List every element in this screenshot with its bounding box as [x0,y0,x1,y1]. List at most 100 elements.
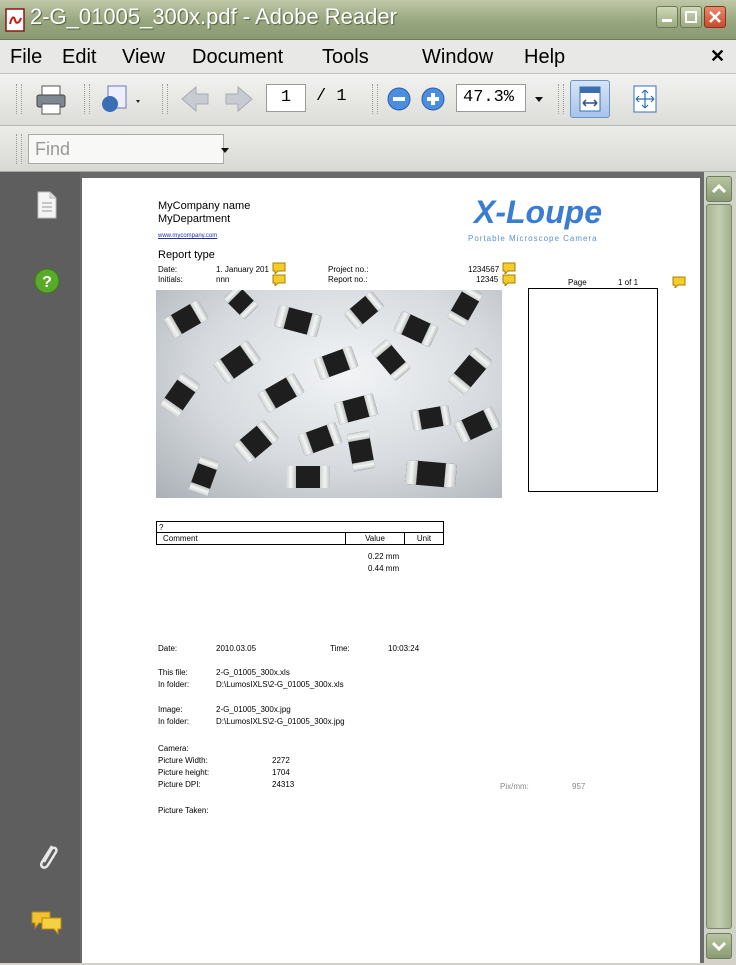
scroll-thumb[interactable] [706,204,732,929]
zoom-level-input[interactable]: 47.3% [456,84,526,112]
navigation-sidebar: ? [0,172,80,963]
toolbar-separator [84,84,90,114]
initials-label: Initials: [158,275,183,284]
info-date-value: 2010.03.05 [216,644,257,653]
measurement-table: ? Comment Value Unit [156,521,444,545]
column-header-comment: Comment [156,532,346,545]
menu-view[interactable]: View [122,46,165,69]
company-name: MyCompany name [158,200,251,212]
column-header-value: Value [345,532,405,545]
zoom-out-icon[interactable] [386,86,412,112]
info-date-label: Date: [158,644,178,653]
picture-height-label: Picture height: [158,768,210,777]
folder-value: D:\LumosIXLS\2-G_01005_300x.xls [216,680,344,689]
scroll-down-button[interactable] [706,933,732,959]
page-label: Page [568,278,587,287]
report-type: Report type [158,249,215,261]
picture-width-label: Picture Width: [158,756,208,765]
next-page-icon[interactable] [222,84,256,114]
fit-width-icon [579,86,601,112]
file-value: 2-G_01005_300x.xls [216,668,290,677]
toolbar-separator-2 [162,84,168,114]
camera-label: Camera: [158,744,189,753]
initials-value: nnn [216,275,230,284]
close-icon [709,11,721,23]
previous-page-icon[interactable] [178,84,212,114]
comment-note-icon[interactable] [672,276,686,288]
report-value: 12345 [476,275,499,284]
column-header-unit: Unit [416,534,432,543]
pdf-page: MyCompany name MyDepartment www.mycompan… [82,178,700,963]
date-label: Date: [158,265,178,274]
table-title: ? [156,521,444,533]
comments-icon[interactable] [30,908,64,936]
toolbar-grip[interactable] [16,84,22,114]
comment-note-icon[interactable] [502,262,516,274]
print-icon[interactable] [34,84,68,116]
image-label: Image: [158,705,183,714]
window-title: 2-G_01005_300x.pdf - Adobe Reader [30,4,397,29]
share-doc-icon[interactable] [98,82,142,116]
close-button[interactable] [704,6,726,28]
menu-window[interactable]: Window [422,46,493,69]
picture-dpi-label: Picture DPI: [158,780,201,789]
brand-subtitle: Portable Microscope Camera [468,234,598,243]
company-website-link[interactable]: www.mycompany.com [158,233,217,239]
menu-file[interactable]: File [10,46,42,69]
menu-edit[interactable]: Edit [62,46,96,69]
picture-taken-label: Picture Taken: [158,806,209,815]
comment-note-icon[interactable] [502,274,516,286]
help-icon[interactable]: ? [34,268,60,294]
project-label: Project no.: [328,265,369,274]
pages-panel-icon[interactable] [34,190,58,220]
project-value: 1234567 [468,265,500,274]
minimize-icon [662,19,672,22]
vertical-scrollbar[interactable] [704,172,736,963]
image-folder-value: D:\LumosIXLS\2-G_01005_300x.jpg [216,717,345,726]
zoom-dropdown-icon[interactable] [532,88,546,108]
image-folder-label: In folder: [158,717,190,726]
zoom-in-icon[interactable] [420,86,446,112]
measurement-value: 0.44 mm [368,564,400,573]
minimize-button[interactable] [656,6,678,28]
maximize-button[interactable] [680,6,702,28]
page-value: 1 of 1 [618,278,639,287]
brand-logo: X-Loupe [474,194,602,230]
comment-note-icon[interactable] [272,274,286,286]
chevron-down-icon [711,941,727,952]
chevron-up-icon [711,183,727,194]
info-time-value: 10:03:24 [388,644,420,653]
find-grip[interactable] [16,134,22,164]
folder-label: In folder: [158,680,190,689]
menu-bar: File Edit View Document Tools Window Hel… [0,40,736,74]
picture-dpi-value: 24313 [272,780,295,789]
fit-page-icon[interactable] [630,84,660,114]
page-number-input[interactable]: 1 [266,84,306,112]
svg-text:?: ? [42,274,52,291]
file-label: This file: [158,668,188,677]
comment-note-icon[interactable] [272,262,286,274]
menu-document[interactable]: Document [192,46,283,69]
find-toolbar: Find [0,126,736,172]
pix-per-mm-label: Pix/mm: [500,782,529,791]
pdf-file-icon [5,8,25,32]
attachments-icon[interactable] [34,842,62,872]
scroll-up-button[interactable] [706,176,732,202]
maximize-icon [685,11,697,23]
microscope-image [156,290,502,498]
find-dropdown-icon[interactable] [218,142,232,158]
side-frame [528,288,658,492]
document-area: ? MyCompany name MyDepartment www.mycomp… [0,172,736,963]
find-input[interactable]: Find [28,134,224,164]
menu-help[interactable]: Help [524,46,565,69]
fit-width-button[interactable] [570,80,610,118]
title-bar: 2-G_01005_300x.pdf - Adobe Reader [0,0,736,40]
toolbar: 1 / 1 47.3% [0,74,736,126]
image-value: 2-G_01005_300x.jpg [216,705,291,714]
page-total: / 1 [316,87,347,106]
menu-tools[interactable]: Tools [322,46,369,69]
report-label: Report no.: [328,275,368,284]
department-name: MyDepartment [158,213,231,225]
close-document-icon[interactable]: ✕ [710,46,725,67]
picture-height-value: 1704 [272,768,290,777]
